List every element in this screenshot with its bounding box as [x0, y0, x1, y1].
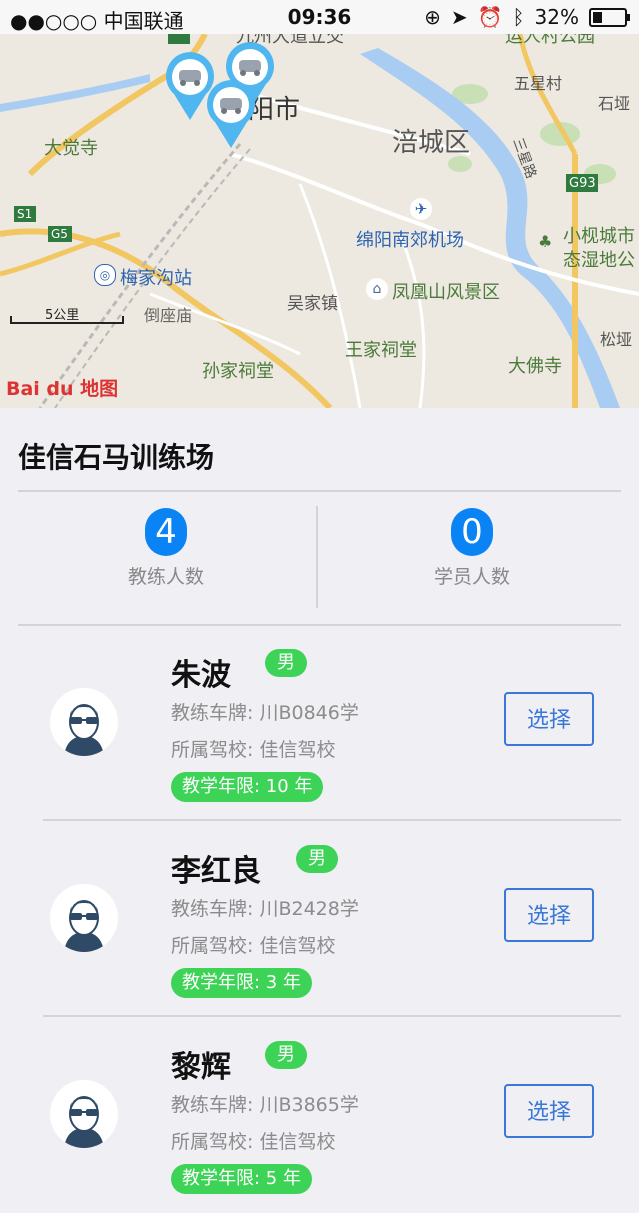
coach-school: 所属驾校: 佳信驾校	[171, 739, 336, 761]
student-count-label: 学员人数	[433, 566, 510, 588]
gender-badge: 男	[296, 845, 338, 873]
coach-count-label: 教练人数	[127, 566, 204, 588]
location-arrow-icon: ➤	[450, 5, 468, 29]
stat-coach-count: 4 教练人数	[16, 508, 316, 608]
bluetooth-icon: ᛒ	[512, 5, 525, 29]
map-label-sunjia: 孙家祠堂	[202, 361, 274, 382]
scenic-icon: ⌂	[366, 278, 388, 300]
alarm-icon: ⏰	[477, 5, 503, 29]
coach-name: 黎辉	[171, 1050, 231, 1085]
coach-list-item: 朱波 男 教练车牌: 川B0846学 所属驾校: 佳信驾校 教学年限: 10 年…	[0, 626, 639, 821]
coach-list-item: 李红良 男 教练车牌: 川B2428学 所属驾校: 佳信驾校 教学年限: 3 年…	[0, 822, 639, 1017]
map-label-songya: 松垭	[600, 330, 633, 349]
map-road-badge-g5: G5	[51, 227, 68, 241]
train-station-icon: ◎	[94, 264, 116, 286]
select-coach-button[interactable]: 选择	[504, 692, 594, 746]
stats-divider	[316, 506, 318, 608]
map-label-dajue: 大觉寺	[44, 138, 98, 159]
site-title: 佳信石马训练场	[18, 441, 215, 474]
teaching-years-badge: 教学年限: 10 年	[171, 772, 324, 802]
map-road-badge-s1: S1	[17, 207, 33, 221]
map-label-district: 涪城区	[392, 128, 471, 158]
baidu-map-logo: Bai du 地图	[6, 378, 119, 400]
battery-percent: 32%	[534, 5, 579, 29]
coach-name: 李红良	[171, 854, 261, 889]
map-label-fenghuang: 凤凰山风景区	[392, 282, 500, 303]
rotation-lock-icon: ⊕	[424, 5, 441, 29]
map-label-wangjia: 王家祠堂	[345, 340, 417, 361]
teaching-years-badge: 教学年限: 5 年	[171, 1164, 312, 1194]
map-road-badge-g93: G93	[569, 176, 596, 191]
map-label-xiaoshu: 小枧城市	[563, 226, 635, 247]
gender-badge: 男	[265, 1041, 307, 1069]
map-label-top-park: 运人村公园	[505, 34, 595, 47]
select-coach-button[interactable]: 选择	[504, 888, 594, 942]
coach-count-badge: 4	[145, 508, 187, 556]
map-view[interactable]: S1 G5 G93 九州大道立交 运人村公园 阳市 涪城区 大觉寺 五星村 石垭…	[0, 34, 639, 408]
coach-list-item: 黎辉 男 教练车牌: 川B3865学 所属驾校: 佳信驾校 教学年限: 5 年 …	[0, 1018, 639, 1213]
teaching-years-badge: 教学年限: 3 年	[171, 968, 312, 998]
stat-student-count: 0 学员人数	[322, 508, 622, 608]
avatar-icon	[50, 1080, 118, 1148]
map-label-shiya: 石垭	[598, 94, 631, 113]
coach-name: 朱波	[171, 658, 231, 693]
avatar-icon	[50, 884, 118, 952]
status-bar: ●●○○○ 中国联通 09:36 ⊕ ➤ ⏰ ᛒ 32%	[0, 0, 639, 34]
student-count-badge: 0	[451, 508, 493, 556]
coach-avatar	[50, 884, 118, 952]
status-right-icons: ⊕ ➤ ⏰ ᛒ 32%	[424, 5, 630, 29]
map-label-daozuo: 倒座庙	[144, 306, 193, 325]
map-label-meijia: 梅家沟站	[120, 268, 192, 289]
coach-avatar	[50, 1080, 118, 1148]
coach-avatar	[50, 688, 118, 756]
map-label-dafo: 大佛寺	[508, 356, 562, 377]
coach-school: 所属驾校: 佳信驾校	[171, 935, 336, 957]
park-icon: ♣	[538, 232, 553, 251]
airport-icon: ✈	[410, 198, 432, 220]
map-label-airport: 绵阳南郊机场	[356, 230, 464, 251]
coach-plate: 教练车牌: 川B2428学	[171, 898, 359, 920]
avatar-icon	[50, 688, 118, 756]
divider	[18, 490, 621, 492]
map-label-taishidi: 态湿地公	[563, 250, 635, 271]
map-label-wuxing: 五星村	[514, 74, 563, 93]
battery-icon	[589, 7, 630, 27]
coach-plate: 教练车牌: 川B0846学	[171, 702, 359, 724]
training-site-panel: 佳信石马训练场 4 教练人数 0 学员人数 朱波 男 教练车牌: 川B0846学…	[0, 408, 639, 1194]
divider	[43, 819, 621, 821]
coach-plate: 教练车牌: 川B3865学	[171, 1094, 359, 1116]
coach-school: 所属驾校: 佳信驾校	[171, 1131, 336, 1153]
gender-badge: 男	[265, 649, 307, 677]
car-marker-icon[interactable]	[205, 80, 257, 150]
select-coach-button[interactable]: 选择	[504, 1084, 594, 1138]
divider	[43, 1015, 621, 1017]
map-scale-bar: 5公里	[10, 304, 124, 324]
map-label-wujia: 吴家镇	[287, 294, 338, 314]
